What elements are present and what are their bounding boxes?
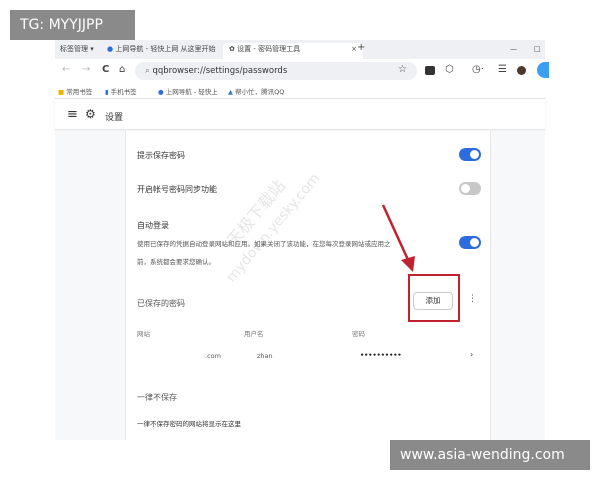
sync-toggle[interactable] (459, 182, 481, 195)
forward-icon[interactable]: → (82, 64, 90, 75)
page-title: 设置 (105, 113, 124, 123)
url-text: qqbrowser://settings/passwords (152, 66, 288, 76)
more-options-icon[interactable]: ⋮ (468, 294, 477, 304)
tab-settings[interactable]: ✿ 设置 - 密码管理工具 × (223, 43, 363, 59)
reload-icon[interactable]: C (102, 64, 109, 75)
watermark-site: www.asia-wending.com (390, 440, 590, 470)
saved-passwords-title: 已保存的密码 (137, 299, 185, 308)
browser-assistant-icon[interactable] (537, 62, 549, 78)
password-value: •••••••••• (360, 351, 402, 359)
history-icon[interactable]: ◷· (472, 64, 484, 75)
tab-bar: 标签管理 ▾ ● 上网导航 - 轻快上网 从这里开始 ✿ 设置 - 密码管理工具… (55, 40, 545, 59)
bookmark-label: 上网导航 - 轻快上 (165, 88, 218, 96)
bookmark-icon: ▮ (105, 88, 109, 96)
menu-icon[interactable]: ☰ (498, 64, 507, 75)
annotation-arrow (381, 204, 415, 272)
avatar[interactable] (517, 66, 526, 75)
column-password: 密码 (352, 330, 365, 338)
tab-navigation[interactable]: ● 上网导航 - 轻快上网 从这里开始 (107, 43, 216, 59)
arrow-head (401, 256, 415, 272)
bookmark-label: 手机书签 (110, 88, 137, 96)
folder-icon: ■ (58, 88, 65, 96)
bookmark-label: 帮小忙，腾讯QQ (235, 88, 285, 96)
toolbar: ← → C ⌂ ⌕ qqbrowser://settings/passwords… (55, 59, 549, 83)
maximize-button[interactable]: □ (534, 43, 541, 59)
home-icon[interactable]: ⌂ (119, 64, 125, 75)
new-tab-button[interactable]: + (357, 41, 365, 57)
annotation-highlight-box (408, 274, 460, 322)
bookmark-navigation[interactable]: ● 上网导航 - 轻快上 (158, 86, 218, 96)
qq-browser-icon: ● (158, 88, 164, 96)
bookmark-qq[interactable]: ▲ 帮小忙，腾讯QQ (228, 86, 284, 96)
bookmarks-bar: ■ 常用书签 ▮ 手机书签 ● 上网导航 - 轻快上 ▲ 帮小忙，腾讯QQ (55, 83, 545, 99)
tab-label: 上网导航 - 轻快上网 从这里开始 (115, 45, 216, 53)
never-save-title: 一律不保存 (137, 393, 177, 402)
never-save-empty-text: 一律不保存密码的网站将显示在这里 (137, 420, 241, 428)
address-bar[interactable]: ⌕ qqbrowser://settings/passwords (135, 62, 417, 80)
settings-header: ≡ ⚙ 设置 (55, 100, 545, 130)
arrow-shaft (381, 204, 411, 263)
minimize-button[interactable]: — (510, 43, 517, 59)
tab-label: 设置 - 密码管理工具 (237, 45, 301, 53)
saved-password-row[interactable]: .com zhan •••••••••• › (130, 345, 485, 367)
auto-login-toggle[interactable] (459, 236, 481, 249)
watermark-tg: TG: MYYJJPP (10, 10, 135, 40)
site-value: .com (205, 352, 221, 360)
column-username: 用户名 (244, 330, 264, 338)
back-icon[interactable]: ← (62, 64, 70, 75)
offer-save-label: 提示保存密码 (137, 151, 185, 160)
bookmark-manager-tab[interactable]: 标签管理 ▾ (60, 43, 94, 59)
bookmark-label: 常用书签 (66, 88, 93, 96)
search-icon: ⌕ (145, 66, 150, 76)
offer-save-toggle[interactable] (459, 148, 481, 161)
star-icon[interactable]: ☆ (398, 64, 407, 75)
puzzle-icon[interactable]: ⬡ (445, 64, 454, 75)
column-site: 网站 (137, 330, 150, 338)
extension-icon[interactable] (425, 66, 435, 75)
auto-login-description-2: 前，系统都会要求您确认。 (137, 258, 215, 266)
auto-login-description: 使用已保存的凭据自动登录网站和应用。如果关闭了该功能，在您每次登录网站或应用之 (137, 240, 391, 248)
username-value: zhan (257, 352, 273, 360)
qq-icon: ▲ (228, 88, 233, 96)
chevron-right-icon[interactable]: › (470, 350, 473, 359)
hamburger-menu-icon[interactable]: ≡ (67, 107, 78, 122)
auto-login-label: 自动登录 (137, 221, 169, 230)
sync-label: 开启帐号密码同步功能 (137, 185, 217, 194)
gear-icon: ✿ (229, 45, 235, 53)
bookmark-common[interactable]: ■ 常用书签 (58, 86, 92, 96)
gear-icon: ⚙ (85, 107, 96, 121)
bookmark-mobile[interactable]: ▮ 手机书签 (105, 86, 137, 96)
qq-browser-icon: ● (107, 45, 114, 53)
